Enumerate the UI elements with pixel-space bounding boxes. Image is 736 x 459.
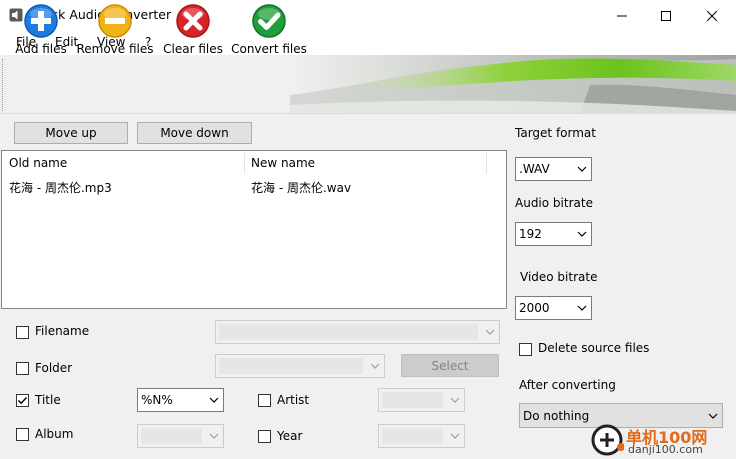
clear-files-button[interactable]: Clear files bbox=[160, 0, 226, 58]
move-down-button[interactable]: Move down bbox=[137, 122, 252, 144]
x-circle-icon bbox=[176, 4, 210, 38]
artist-checkbox[interactable] bbox=[258, 394, 271, 407]
minimize-button[interactable] bbox=[599, 0, 645, 31]
maximize-icon bbox=[661, 10, 671, 21]
delete-source-checkbox[interactable] bbox=[519, 343, 532, 356]
title-label: Title bbox=[35, 393, 61, 407]
filename-label: Filename bbox=[35, 324, 90, 338]
folder-label: Folder bbox=[35, 361, 73, 375]
chevron-down-icon bbox=[573, 166, 591, 172]
year-dropdown[interactable] bbox=[378, 424, 465, 448]
old-name-cell: 花海 - 周杰伦.mp3 bbox=[9, 181, 112, 195]
maximize-button[interactable] bbox=[643, 0, 689, 31]
column-separator[interactable] bbox=[244, 153, 245, 174]
column-header-old-name[interactable]: Old name bbox=[9, 151, 67, 176]
close-window-button[interactable] bbox=[689, 0, 735, 31]
album-dropdown-value bbox=[141, 428, 202, 444]
artist-dropdown[interactable] bbox=[378, 388, 465, 412]
column-separator[interactable] bbox=[486, 153, 487, 174]
chevron-down-icon bbox=[704, 413, 722, 419]
video-bitrate-dropdown[interactable]: 2000 bbox=[515, 296, 592, 320]
artist-dropdown-value bbox=[382, 392, 443, 408]
chevron-down-icon bbox=[205, 433, 223, 439]
column-header-new-name[interactable]: New name bbox=[251, 151, 315, 176]
checkmark-icon bbox=[17, 396, 28, 405]
file-list[interactable]: Old name New name 花海 - 周杰伦.mp3 花海 - 周杰伦.… bbox=[1, 150, 507, 309]
add-files-button[interactable]: Add files bbox=[10, 0, 72, 58]
audio-bitrate-dropdown[interactable]: 192 bbox=[515, 222, 592, 246]
select-folder-button[interactable]: Select bbox=[401, 354, 499, 377]
after-converting-label: After converting bbox=[519, 378, 616, 392]
delete-source-label: Delete source files bbox=[538, 341, 650, 355]
album-checkbox[interactable] bbox=[16, 428, 29, 441]
convert-files-label: Convert files bbox=[231, 42, 307, 56]
watermark-url: danji100.com bbox=[628, 443, 703, 456]
filename-dropdown-value bbox=[219, 324, 478, 340]
album-dropdown[interactable] bbox=[137, 424, 224, 448]
year-checkbox[interactable] bbox=[258, 430, 271, 443]
minimize-icon bbox=[617, 15, 627, 16]
new-name-cell: 花海 - 周杰伦.wav bbox=[251, 181, 352, 195]
chevron-down-icon bbox=[573, 231, 591, 237]
artist-label: Artist bbox=[277, 393, 310, 407]
audio-bitrate-label: Audio bitrate bbox=[515, 196, 593, 210]
folder-dropdown[interactable] bbox=[215, 354, 385, 378]
watermark: 单机100网 danji100.com bbox=[588, 420, 736, 459]
video-bitrate-value: 2000 bbox=[519, 301, 550, 315]
plus-circle-icon bbox=[24, 4, 58, 38]
chevron-down-icon bbox=[205, 397, 223, 403]
chevron-down-icon bbox=[446, 397, 464, 403]
year-label: Year bbox=[277, 429, 303, 443]
move-up-button[interactable]: Move up bbox=[14, 122, 128, 144]
toolbar bbox=[0, 55, 736, 114]
album-label: Album bbox=[35, 427, 74, 441]
title-checkbox[interactable] bbox=[16, 394, 29, 407]
audio-bitrate-value: 192 bbox=[519, 227, 542, 241]
toolbar-grip bbox=[2, 59, 5, 111]
add-files-label: Add files bbox=[15, 42, 67, 56]
minus-circle-icon bbox=[98, 4, 132, 38]
target-format-label: Target format bbox=[515, 126, 596, 140]
convert-files-button[interactable]: Convert files bbox=[230, 0, 308, 58]
table-row[interactable]: 花海 - 周杰伦.mp3 花海 - 周杰伦.wav bbox=[2, 178, 506, 196]
folder-checkbox[interactable] bbox=[16, 362, 29, 375]
chevron-down-icon bbox=[366, 363, 384, 369]
checkmark-circle-icon bbox=[252, 4, 286, 38]
folder-dropdown-value bbox=[219, 358, 363, 374]
chevron-down-icon bbox=[481, 329, 499, 335]
watermark-logo-icon bbox=[591, 424, 624, 456]
remove-files-button[interactable]: Remove files bbox=[76, 0, 154, 58]
filename-checkbox[interactable] bbox=[16, 326, 29, 339]
banner-image bbox=[290, 55, 736, 113]
target-format-value: .WAV bbox=[519, 162, 550, 176]
target-format-dropdown[interactable]: .WAV bbox=[515, 157, 592, 181]
chevron-down-icon bbox=[446, 433, 464, 439]
title-dropdown[interactable]: %N% bbox=[137, 388, 224, 412]
filename-dropdown[interactable] bbox=[215, 320, 500, 344]
clear-files-label: Clear files bbox=[163, 42, 223, 56]
video-bitrate-label: Video bitrate bbox=[520, 270, 598, 284]
remove-files-label: Remove files bbox=[76, 42, 154, 56]
title-dropdown-value: %N% bbox=[141, 393, 173, 407]
close-icon bbox=[706, 10, 718, 21]
chevron-down-icon bbox=[573, 305, 591, 311]
year-dropdown-value bbox=[382, 428, 443, 444]
